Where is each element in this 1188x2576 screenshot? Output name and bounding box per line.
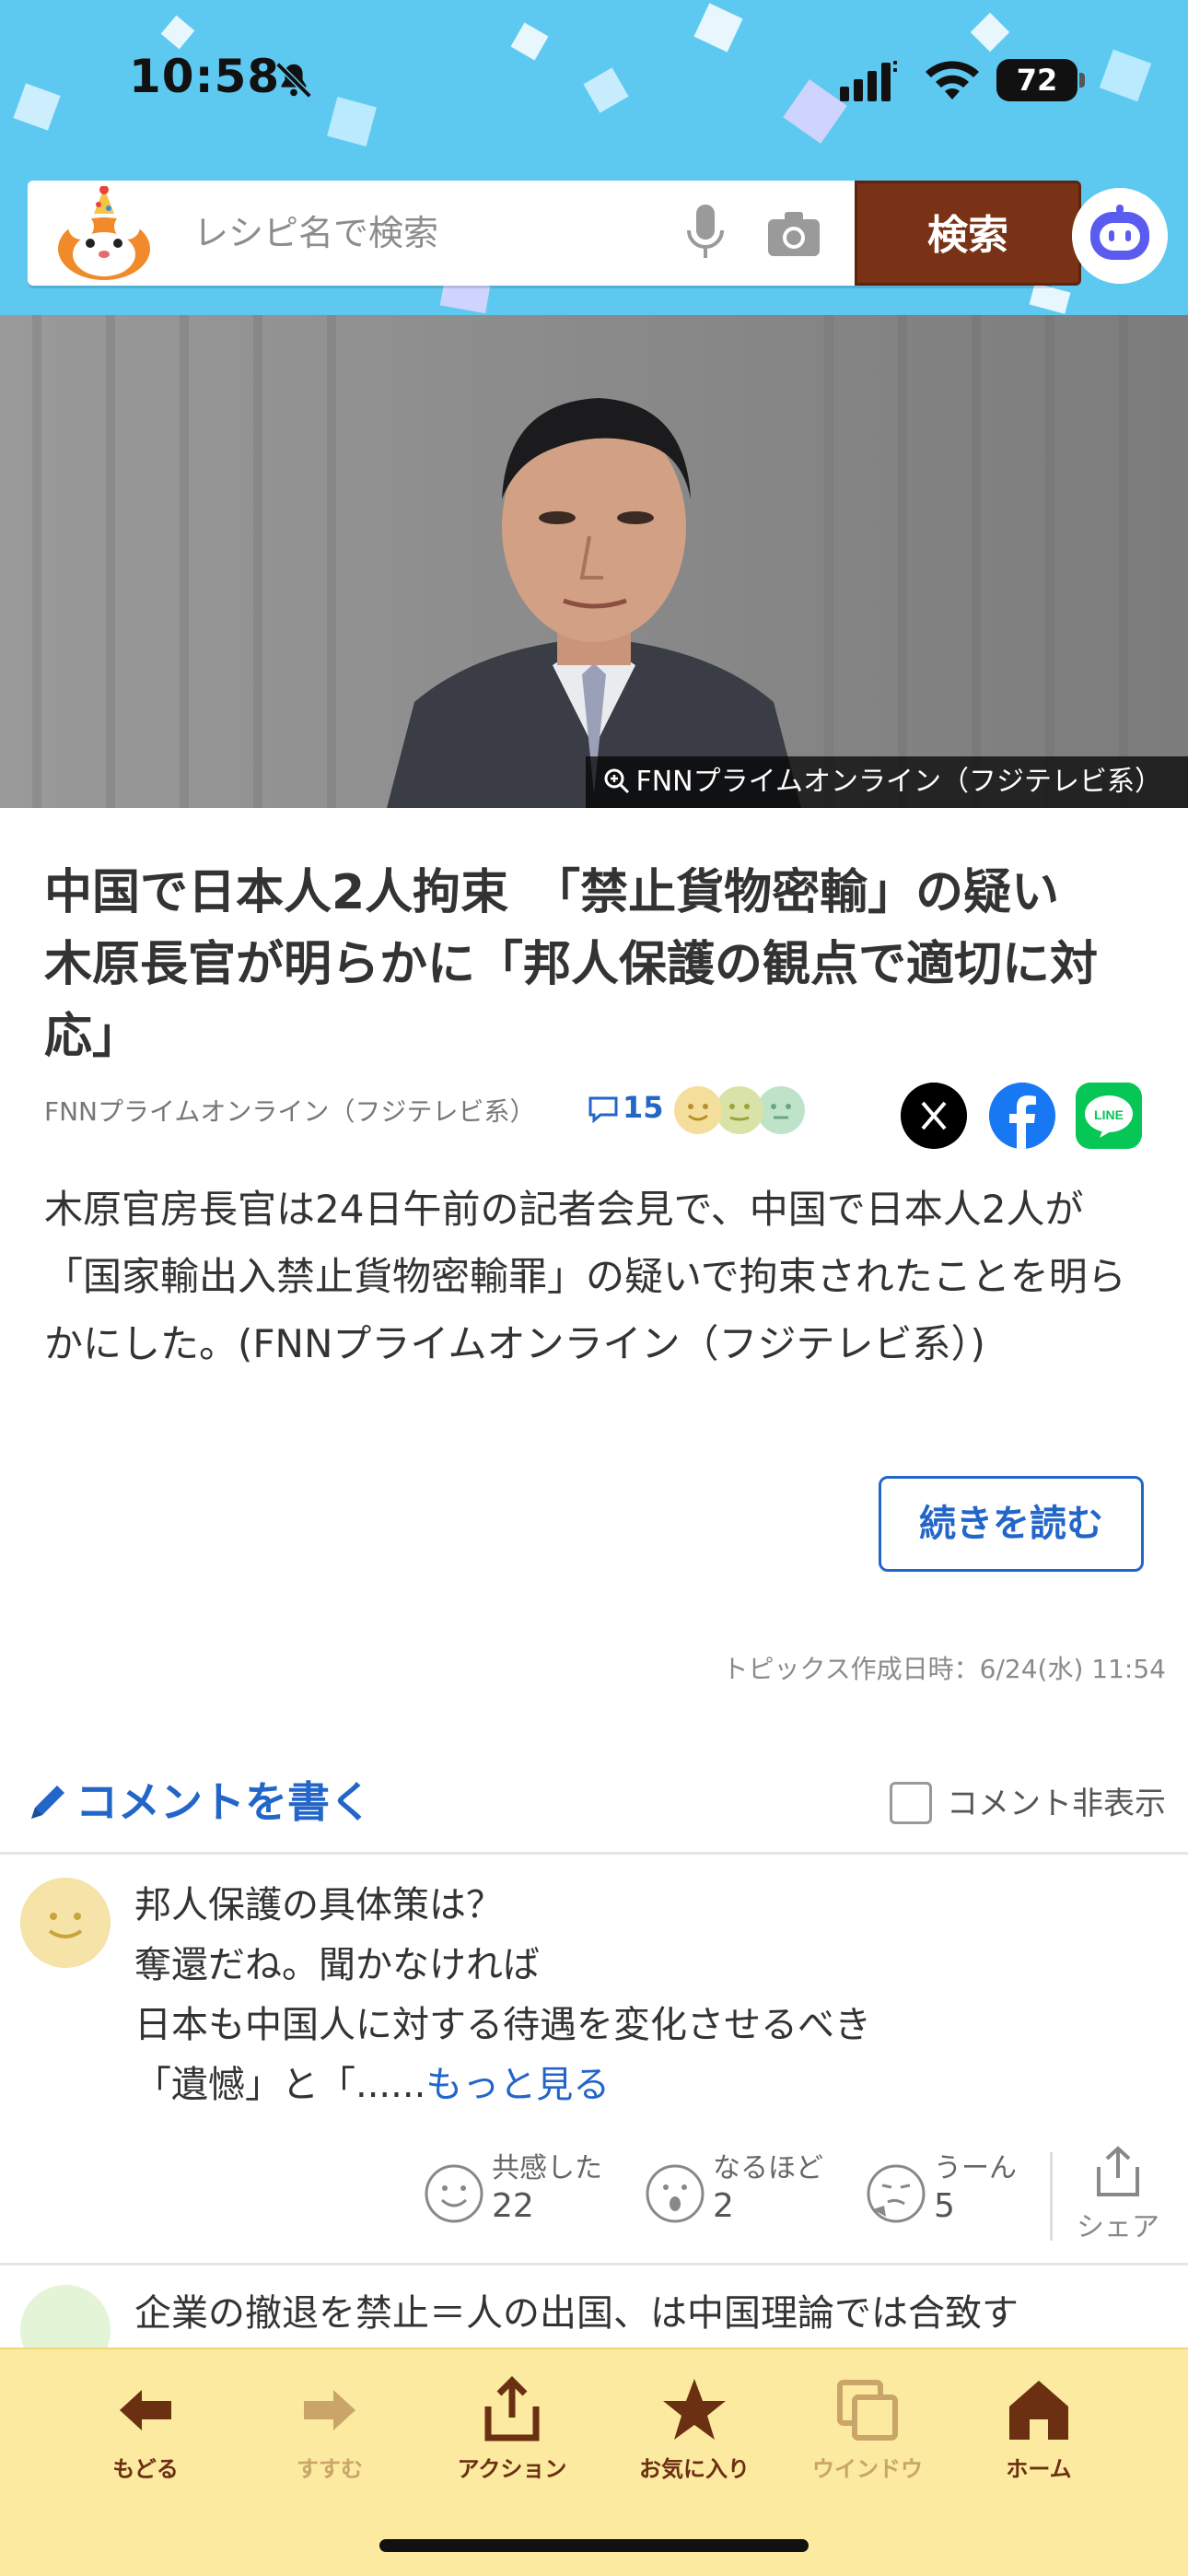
share-label: シェア bbox=[1077, 2211, 1159, 2243]
article-meta: FNNプライムオンライン（フジテレビ系） 15 LINE bbox=[44, 1083, 1149, 1149]
forward-arrow-icon bbox=[304, 2390, 355, 2430]
comment-header: コメントを書く コメント非表示 bbox=[0, 1758, 1188, 1850]
commenter-avatar bbox=[20, 1878, 111, 1968]
article-source[interactable]: FNNプライムオンライン（フジテレビ系） bbox=[44, 1092, 535, 1129]
windows-icon bbox=[837, 2380, 898, 2441]
svg-text:LINE: LINE bbox=[1094, 1107, 1124, 1122]
share-line-icon[interactable]: LINE bbox=[1076, 1083, 1142, 1149]
wifi-icon bbox=[926, 61, 979, 100]
share-facebook-icon[interactable] bbox=[989, 1083, 1055, 1149]
article-summary: 木原官房長官は24日午前の記者会見で、中国で日本人2人が「国家輸出入禁止貨物密輸… bbox=[44, 1187, 1126, 1366]
reaction-count: 5 bbox=[934, 2187, 955, 2225]
star-icon bbox=[663, 2379, 726, 2440]
comment-reactions: 共感した 22 なるほど 2 うーん 5 シェア bbox=[424, 2145, 1160, 2246]
comment-truncated-text: 「遺憾」と「...... bbox=[134, 2064, 426, 2106]
confetti-decoration bbox=[1029, 283, 1071, 314]
hide-comments-toggle[interactable]: コメント非表示 bbox=[890, 1778, 1166, 1824]
status-bar: 10:58 72 bbox=[0, 0, 1188, 166]
back-arrow-icon bbox=[120, 2390, 171, 2430]
share-icon bbox=[1097, 2146, 1139, 2196]
battery-indicator: 72 bbox=[996, 59, 1085, 101]
action-share-icon bbox=[484, 2376, 540, 2441]
reaction-insightful-button[interactable]: なるほど 2 bbox=[645, 2145, 847, 2246]
ai-assistant-icon[interactable] bbox=[1072, 188, 1168, 284]
favorites-label: お気に入り bbox=[639, 2456, 750, 2482]
commenter-avatar bbox=[20, 2285, 111, 2348]
topic-created-date: トピックス作成日時：6/24(水) 11:54 bbox=[722, 1654, 1166, 1684]
cellular-signal-icon bbox=[840, 61, 897, 101]
reaction-separator bbox=[1050, 2152, 1053, 2241]
battery-tip bbox=[1079, 73, 1085, 88]
comment-item: 邦人保護の具体策は？ 奪還だね。聞かなければ 日本も中国人に対する待遇を変化させ… bbox=[0, 1857, 1188, 2263]
window-label: ウインドウ bbox=[812, 2456, 923, 2482]
home-indicator bbox=[379, 2539, 809, 2552]
reaction-count: 2 bbox=[713, 2187, 734, 2225]
comment-count-link[interactable]: 15 bbox=[588, 1090, 664, 1125]
read-more-button[interactable]: 続きを読む bbox=[879, 1476, 1144, 1572]
comment-share-button[interactable]: シェア bbox=[1072, 2145, 1164, 2246]
reaction-faces-icon bbox=[674, 1086, 805, 1134]
comment-line: 邦人保護の具体策は？ bbox=[134, 1884, 503, 1926]
comment-line: 日本も中国人に対する待遇を変化させるべき bbox=[134, 2004, 871, 2046]
comment-body: 邦人保護の具体策は？ 奪還だね。聞かなければ 日本も中国人に対する待遇を変化させ… bbox=[134, 1876, 1157, 2115]
hide-comments-label: コメント非表示 bbox=[947, 1786, 1166, 1822]
back-button[interactable]: もどる bbox=[63, 2375, 228, 2504]
write-comment-button[interactable]: コメントを書く bbox=[26, 1769, 372, 1830]
forward-button[interactable]: すすむ bbox=[247, 2375, 413, 2504]
reaction-label: 共感した bbox=[492, 2152, 602, 2184]
home-icon bbox=[1009, 2381, 1068, 2440]
reaction-label: うーん bbox=[934, 2152, 1017, 2184]
home-button[interactable]: ホーム bbox=[956, 2375, 1122, 2504]
comment-line-truncated: 「遺憾」と「......もっと見る bbox=[134, 2055, 1157, 2115]
status-time: 10:58 bbox=[129, 50, 281, 103]
write-comment-label: コメントを書く bbox=[76, 1777, 372, 1827]
search-input[interactable] bbox=[193, 199, 672, 267]
search-bar: 検索 bbox=[28, 181, 1081, 286]
news-photo bbox=[0, 315, 1188, 808]
battery-level: 72 bbox=[996, 59, 1077, 101]
action-button[interactable]: アクション bbox=[429, 2375, 595, 2504]
pencil-icon bbox=[31, 1785, 64, 1819]
reaction-hmm-button[interactable]: うーん 5 bbox=[866, 2145, 1050, 2246]
thinking-face-icon bbox=[867, 2164, 926, 2223]
photo-credit-text: FNNプライムオンライン（フジテレビ系） bbox=[635, 766, 1162, 798]
home-label: ホーム bbox=[1006, 2456, 1072, 2482]
microphone-icon[interactable] bbox=[680, 201, 731, 265]
divider bbox=[0, 1852, 1188, 1855]
search-button[interactable]: 検索 bbox=[855, 181, 1081, 286]
comment-body: 企業の撤退を禁止＝人の出国、は中国理論では合致す bbox=[134, 2292, 1019, 2335]
comment-bubble-icon bbox=[588, 1096, 618, 1123]
article-hero-image[interactable]: FNNプライムオンライン（フジテレビ系） bbox=[0, 315, 1188, 808]
window-button[interactable]: ウインドウ bbox=[785, 2375, 950, 2504]
surprised-face-icon bbox=[646, 2164, 705, 2223]
camera-icon[interactable] bbox=[764, 206, 823, 260]
article-headline: 中国で日本人2人拘束 「禁止貨物密輸」の疑い 木原長官が明らかに「邦人保護の観点… bbox=[44, 865, 1108, 1064]
app-header: 10:58 72 レシピ名で検索 検索 bbox=[0, 0, 1188, 315]
reaction-label: なるほど bbox=[713, 2152, 823, 2184]
zoom-icon bbox=[604, 768, 630, 793]
comment-item: 企業の撤退を禁止＝人の出国、は中国理論では合致す bbox=[0, 2265, 1188, 2348]
reaction-agree-button[interactable]: 共感した 22 bbox=[424, 2145, 626, 2246]
photo-credit: FNNプライムオンライン（フジテレビ系） bbox=[586, 756, 1188, 808]
guinea-pig-mascot-icon[interactable] bbox=[53, 186, 155, 282]
comment-count: 15 bbox=[623, 1090, 664, 1125]
reaction-count: 22 bbox=[492, 2187, 534, 2225]
bell-muted-icon bbox=[275, 62, 312, 99]
smile-icon bbox=[425, 2164, 483, 2223]
forward-label: すすむ bbox=[297, 2456, 363, 2482]
comment-line: 奪還だね。聞かなければ bbox=[134, 1944, 540, 1986]
favorites-button[interactable]: お気に入り bbox=[611, 2375, 777, 2504]
action-label: アクション bbox=[457, 2456, 567, 2482]
see-more-link[interactable]: もっと見る bbox=[425, 2064, 610, 2106]
back-label: もどる bbox=[112, 2456, 179, 2482]
hide-comments-checkbox[interactable] bbox=[890, 1781, 932, 1824]
share-x-icon[interactable] bbox=[901, 1083, 967, 1149]
